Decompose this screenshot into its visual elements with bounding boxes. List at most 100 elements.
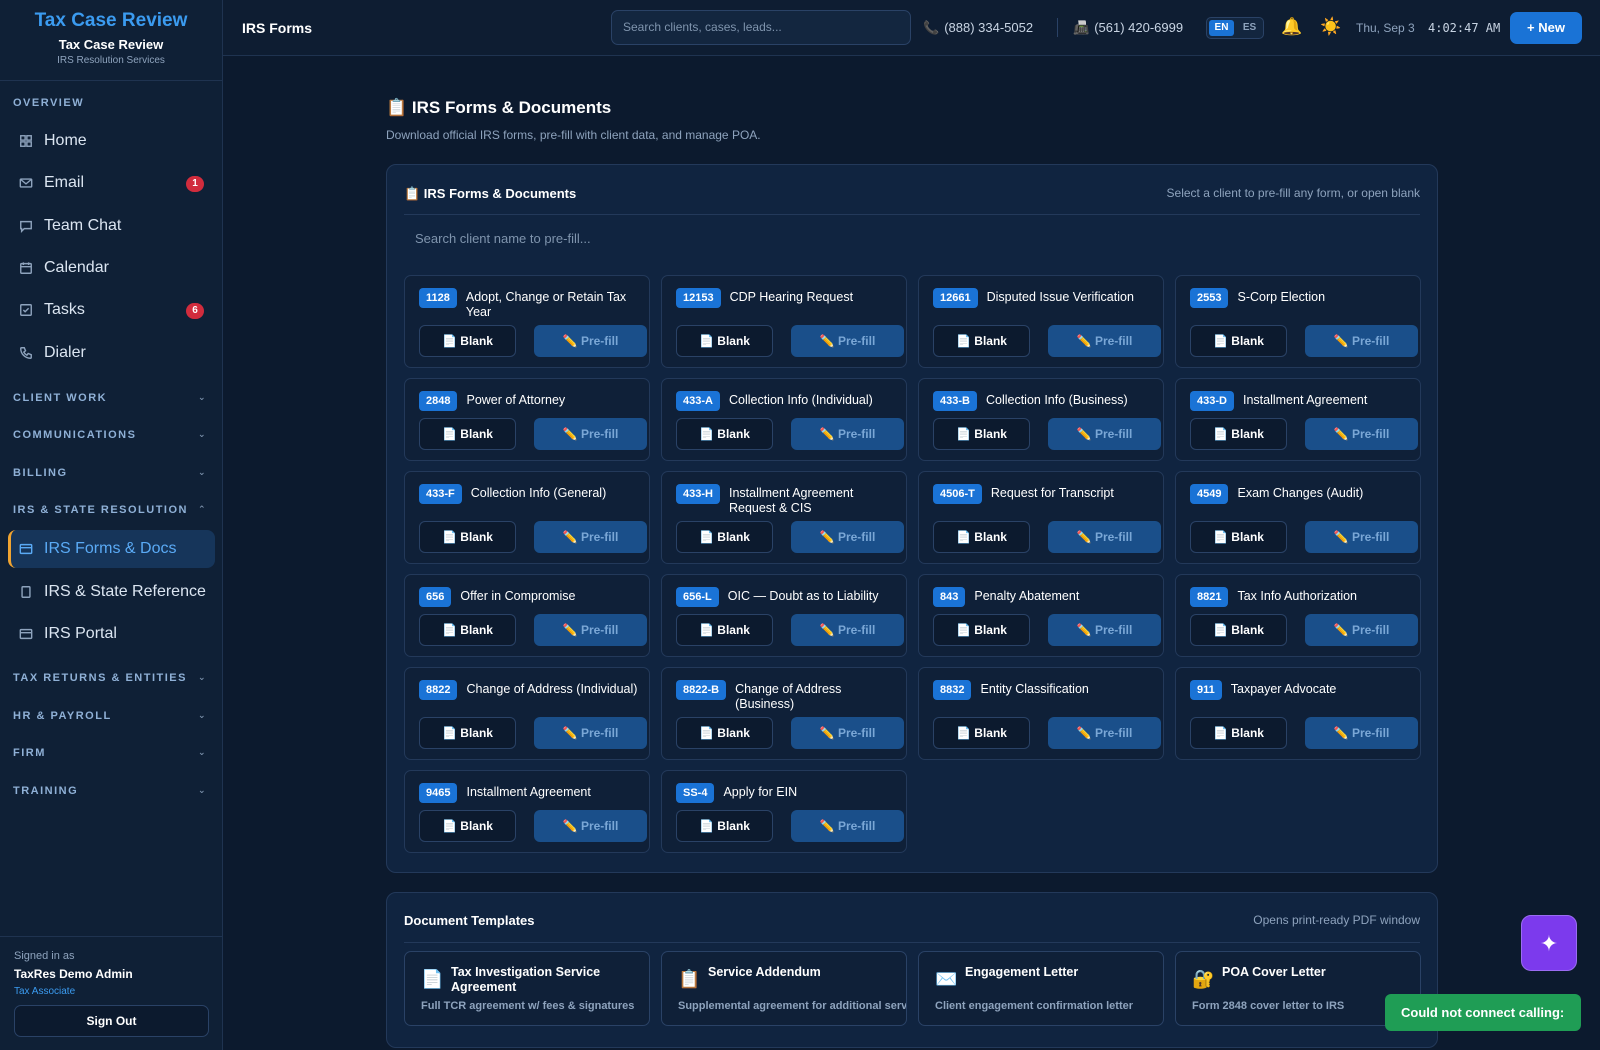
template-card[interactable]: 📄 Tax Investigation Service Agreement Full…: [404, 951, 650, 1026]
fax-icon: 📠: [1073, 20, 1090, 35]
prefill-button[interactable]: ✏️ Pre-fill: [534, 418, 647, 450]
open-blank-button[interactable]: 📄 Blank: [1190, 717, 1287, 749]
chevron-up-icon: ⌃: [197, 504, 207, 514]
prefill-button[interactable]: ✏️ Pre-fill: [1305, 521, 1418, 553]
form-card: 433-B Collection Info (Business) 📄 Blank ✏️…: [918, 378, 1164, 461]
section-communications[interactable]: COMMUNICATIONS ⌄: [0, 429, 223, 441]
template-title: POA Cover Letter: [1222, 965, 1326, 979]
sidebar-item-calendar[interactable]: Calendar: [8, 249, 215, 287]
form-card: 8832 Entity Classification 📄 Blank ✏️ Pre-f…: [918, 667, 1164, 760]
sign-out-button[interactable]: Sign Out: [14, 1005, 209, 1037]
open-blank-button[interactable]: 📄 Blank: [1190, 325, 1287, 357]
open-blank-button[interactable]: 📄 Blank: [419, 418, 516, 450]
prefill-button[interactable]: ✏️ Pre-fill: [1305, 717, 1418, 749]
prefill-button[interactable]: ✏️ Pre-fill: [1048, 717, 1161, 749]
prefill-button[interactable]: ✏️ Pre-fill: [534, 614, 647, 646]
template-description: Form 2848 cover letter to IRS: [1192, 1000, 1345, 1012]
template-card[interactable]: ✉️ Engagement Letter Client engagement con…: [918, 951, 1164, 1026]
open-blank-button[interactable]: 📄 Blank: [933, 614, 1030, 646]
form-card: 433-H Installment Agreement Request & CIS…: [661, 471, 907, 564]
sidebar-item-irs-portal[interactable]: IRS Portal: [8, 615, 215, 653]
open-blank-button[interactable]: 📄 Blank: [1190, 521, 1287, 553]
sun-icon[interactable]: ☀️: [1320, 17, 1341, 37]
open-blank-button[interactable]: 📄 Blank: [419, 810, 516, 842]
bell-icon[interactable]: 🔔: [1281, 17, 1302, 37]
form-number-badge: 433-F: [419, 484, 462, 504]
open-blank-button[interactable]: 📄 Blank: [1190, 614, 1287, 646]
open-blank-button[interactable]: 📄 Blank: [933, 418, 1030, 450]
prefill-button[interactable]: ✏️ Pre-fill: [534, 717, 647, 749]
section-hr-payroll[interactable]: HR & PAYROLL ⌄: [0, 710, 223, 722]
sidebar-item-label: Dialer: [44, 343, 86, 361]
section-label: COMMUNICATIONS: [13, 429, 137, 441]
prefill-button[interactable]: ✏️ Pre-fill: [1048, 418, 1161, 450]
form-actions: 📄 Blank ✏️ Pre-fill: [419, 717, 647, 749]
prefill-button[interactable]: ✏️ Pre-fill: [791, 521, 904, 553]
open-blank-button[interactable]: 📄 Blank: [676, 810, 773, 842]
open-blank-button[interactable]: 📄 Blank: [676, 418, 773, 450]
open-blank-button[interactable]: 📄 Blank: [419, 717, 516, 749]
open-blank-button[interactable]: 📄 Blank: [419, 521, 516, 553]
sidebar-item-tasks[interactable]: Tasks 6: [8, 291, 215, 329]
global-search-input[interactable]: Search clients, cases, leads...: [611, 10, 911, 45]
section-client-work[interactable]: CLIENT WORK ⌄: [0, 392, 223, 404]
section-billing[interactable]: BILLING ⌄: [0, 467, 223, 479]
prefill-button[interactable]: ✏️ Pre-fill: [534, 810, 647, 842]
prefill-button[interactable]: ✏️ Pre-fill: [791, 325, 904, 357]
section-tax-returns[interactable]: TAX RETURNS & ENTITIES ⌄: [0, 672, 223, 684]
open-blank-button[interactable]: 📄 Blank: [933, 717, 1030, 749]
sidebar-item-irs-state-reference[interactable]: IRS & State Reference: [8, 573, 215, 611]
prefill-button[interactable]: ✏️ Pre-fill: [1305, 614, 1418, 646]
open-blank-button[interactable]: 📄 Blank: [676, 325, 773, 357]
sidebar-item-email[interactable]: Email 1: [8, 164, 215, 202]
prefill-button[interactable]: ✏️ Pre-fill: [791, 418, 904, 450]
phone-number[interactable]: 📞 (888) 334-5052: [923, 20, 1033, 36]
templates-panel-hint: Opens print-ready PDF window: [1253, 913, 1420, 927]
form-actions: 📄 Blank ✏️ Pre-fill: [419, 810, 647, 842]
prefill-button[interactable]: ✏️ Pre-fill: [791, 810, 904, 842]
open-blank-button[interactable]: 📄 Blank: [1190, 418, 1287, 450]
open-blank-button[interactable]: 📄 Blank: [676, 717, 773, 749]
lang-es-button[interactable]: ES: [1237, 20, 1262, 36]
open-blank-button[interactable]: 📄 Blank: [933, 521, 1030, 553]
section-irs-state[interactable]: IRS & STATE RESOLUTION ⌃: [0, 504, 223, 516]
form-header: 2848 Power of Attorney: [419, 391, 639, 411]
form-header: 8822-B Change of Address (Business): [676, 680, 896, 712]
sidebar-item-team-chat[interactable]: Team Chat: [8, 207, 215, 245]
prefill-button[interactable]: ✏️ Pre-fill: [1048, 614, 1161, 646]
template-card[interactable]: 📋 Service Addendum Supplemental agreement …: [661, 951, 907, 1026]
fax-number[interactable]: 📠 (561) 420-6999: [1073, 20, 1183, 36]
lang-en-button[interactable]: EN: [1209, 20, 1234, 36]
prefill-button[interactable]: ✏️ Pre-fill: [534, 325, 647, 357]
open-blank-button[interactable]: 📄 Blank: [419, 325, 516, 357]
chat-icon: [18, 218, 34, 234]
sidebar-item-irs-forms-docs[interactable]: IRS Forms & Docs: [8, 530, 215, 568]
brand-logo[interactable]: Tax Case Review: [0, 10, 222, 32]
prefill-button[interactable]: ✏️ Pre-fill: [1048, 521, 1161, 553]
open-blank-button[interactable]: 📄 Blank: [419, 614, 516, 646]
language-toggle: EN ES: [1206, 17, 1264, 39]
prefill-button[interactable]: ✏️ Pre-fill: [1305, 418, 1418, 450]
calendar-icon: [18, 260, 34, 276]
new-button[interactable]: + New: [1510, 12, 1582, 44]
prefill-button[interactable]: ✏️ Pre-fill: [1048, 325, 1161, 357]
form-name: Taxpayer Advocate: [1230, 682, 1337, 696]
section-training[interactable]: TRAINING ⌄: [0, 785, 223, 797]
prefill-button[interactable]: ✏️ Pre-fill: [1305, 325, 1418, 357]
form-number-badge: 9465: [419, 783, 458, 803]
open-blank-button[interactable]: 📄 Blank: [676, 614, 773, 646]
form-number-badge: SS-4: [676, 783, 715, 803]
signed-in-panel: Signed in as TaxRes Demo Admin Tax Assoc…: [0, 936, 223, 1050]
client-search-input[interactable]: Search client name to pre-fill...: [404, 224, 744, 254]
checkbox-icon: [18, 302, 34, 318]
sidebar-item-dialer[interactable]: Dialer: [8, 334, 215, 372]
ai-assistant-button[interactable]: ✦: [1521, 915, 1577, 971]
form-number-badge: 2553: [1190, 288, 1229, 308]
section-firm[interactable]: FIRM ⌄: [0, 747, 223, 759]
sidebar-item-home[interactable]: Home: [8, 122, 215, 160]
open-blank-button[interactable]: 📄 Blank: [933, 325, 1030, 357]
prefill-button[interactable]: ✏️ Pre-fill: [791, 717, 904, 749]
open-blank-button[interactable]: 📄 Blank: [676, 521, 773, 553]
prefill-button[interactable]: ✏️ Pre-fill: [534, 521, 647, 553]
prefill-button[interactable]: ✏️ Pre-fill: [791, 614, 904, 646]
